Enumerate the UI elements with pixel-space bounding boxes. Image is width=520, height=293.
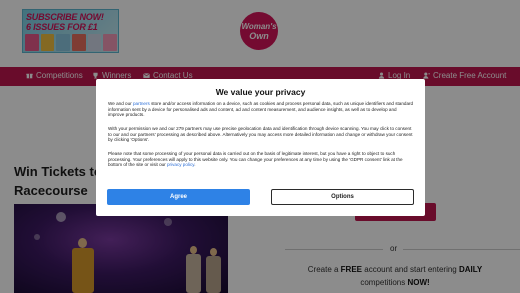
- partners-link[interactable]: partners: [133, 101, 150, 106]
- consent-paragraph-1: We and our partners store and/or access …: [108, 101, 414, 118]
- consent-title: We value your privacy: [215, 87, 306, 97]
- privacy-policy-link[interactable]: privacy policy: [167, 162, 194, 167]
- agree-button[interactable]: Agree: [107, 189, 250, 205]
- options-button[interactable]: Options: [271, 189, 414, 205]
- privacy-consent-dialog: We value your privacy We and our partner…: [96, 79, 425, 216]
- consent-paragraph-2: With your permission we and our 279 part…: [108, 126, 413, 143]
- consent-paragraph-3: Please note that some processing of your…: [108, 151, 403, 168]
